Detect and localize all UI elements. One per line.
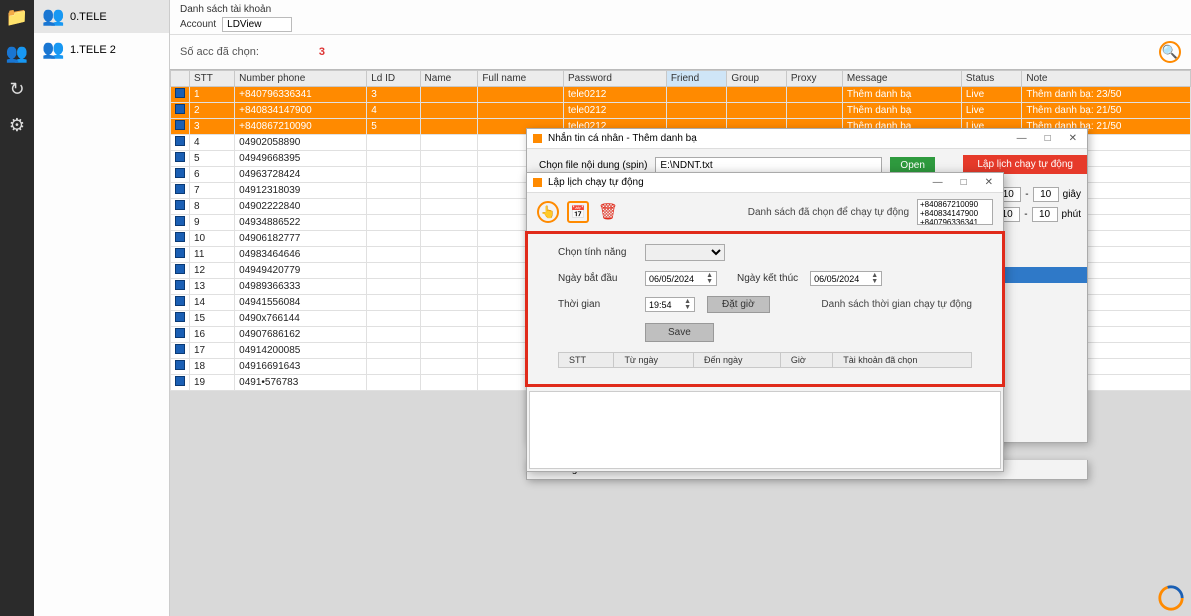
users-icon[interactable]: 👥 [6, 42, 28, 64]
end-date-label: Ngày kết thúc [737, 273, 798, 284]
row-checkbox[interactable] [171, 135, 190, 151]
row-checkbox[interactable] [171, 167, 190, 183]
row-checkbox[interactable] [171, 327, 190, 343]
unit-minutes: phút [1062, 209, 1081, 220]
feature-select[interactable] [645, 244, 725, 261]
row-checkbox[interactable] [171, 151, 190, 167]
sched-col-header: Tài khoản đã chọn [833, 353, 972, 368]
col-header[interactable]: Note [1022, 71, 1191, 87]
sidebar-item-label: 0.TELE [70, 11, 107, 23]
feature-label: Chọn tính năng [558, 247, 633, 258]
main: Danh sách tài khoản Account Số acc đã ch… [170, 0, 1191, 616]
scheduler-form: Chọn tính năng Ngày bắt đầu 06/05/2024▲▼… [525, 231, 1005, 387]
gear-icon[interactable]: ⚙ [6, 114, 28, 136]
sidebar: 👥 0.TELE 👥 1.TELE 2 [34, 0, 170, 616]
selected-list-label: Danh sách đã chọn để chạy tự động [748, 207, 909, 218]
dialog1-title: Nhắn tin cá nhân - Thêm danh bạ [548, 133, 697, 144]
account-label: Account [180, 19, 216, 30]
row-checkbox[interactable] [171, 103, 190, 119]
row-checkbox[interactable] [171, 87, 190, 103]
time-input[interactable]: 19:54▲▼ [645, 297, 695, 312]
sched-col-header: Giờ [780, 353, 832, 368]
close-icon[interactable]: ✕ [981, 177, 997, 188]
delay2b[interactable] [1032, 207, 1058, 222]
row-checkbox[interactable] [171, 199, 190, 215]
start-date-input[interactable]: 06/05/2024▲▼ [645, 271, 717, 286]
add-schedule-icon[interactable]: 👆 [537, 201, 559, 223]
maximize-icon[interactable]: □ [1041, 133, 1055, 144]
app-square-icon [533, 134, 542, 143]
start-date-label: Ngày bắt đầu [558, 273, 633, 284]
col-header[interactable]: Message [842, 71, 961, 87]
selection-label: Số acc đã chọn: [180, 46, 259, 58]
selection-count: 3 [319, 46, 325, 58]
search-icon[interactable]: 🔍 [1159, 41, 1181, 63]
row-checkbox[interactable] [171, 279, 190, 295]
refresh-icon[interactable]: ↻ [6, 78, 28, 100]
delay1b[interactable] [1033, 187, 1059, 202]
row-checkbox[interactable] [171, 343, 190, 359]
col-header[interactable]: Friend [666, 71, 727, 87]
row-checkbox[interactable] [171, 359, 190, 375]
app-square-icon [533, 178, 542, 187]
time-list-label: Danh sách thời gian chạy tự động [821, 299, 972, 310]
unit-seconds: giây [1063, 189, 1081, 200]
sidebar-item-tele0[interactable]: 👥 0.TELE [34, 0, 169, 33]
sidebar-item-tele1[interactable]: 👥 1.TELE 2 [34, 33, 169, 66]
col-header[interactable]: Proxy [786, 71, 842, 87]
sidebar-item-label: 1.TELE 2 [70, 44, 116, 56]
add-folder-icon[interactable]: 📁 [6, 6, 28, 28]
sched-col-header: Đến ngày [694, 353, 781, 368]
selection-row: Số acc đã chọn: 3 🔍 [170, 35, 1191, 69]
set-time-button[interactable]: Đặt giờ [707, 296, 770, 313]
row-checkbox[interactable] [171, 263, 190, 279]
sched-col-header: Từ ngày [614, 353, 694, 368]
col-header[interactable]: Group [727, 71, 787, 87]
row-checkbox[interactable] [171, 231, 190, 247]
dialog2-title: Lập lịch chạy tự động [548, 177, 644, 188]
end-date-input[interactable]: 06/05/2024▲▼ [810, 271, 882, 286]
title: Danh sách tài khoản [180, 4, 1181, 15]
maximize-icon[interactable]: □ [957, 177, 971, 188]
sched-col-header: STT [559, 353, 614, 368]
minimize-icon[interactable]: — [1013, 133, 1031, 144]
col-header[interactable]: Full name [478, 71, 564, 87]
close-icon[interactable]: ✕ [1065, 133, 1081, 144]
row-checkbox[interactable] [171, 183, 190, 199]
col-header[interactable]: Number phone [235, 71, 367, 87]
row-checkbox[interactable] [171, 119, 190, 135]
col-header[interactable]: Status [961, 71, 1022, 87]
col-header[interactable]: Ld ID [367, 71, 420, 87]
time-label: Thời gian [558, 299, 633, 310]
group-icon: 👥 [42, 39, 62, 60]
row-checkbox[interactable] [171, 375, 190, 391]
choose-file-label: Chọn file nội dung (spin) [539, 160, 647, 171]
trash-icon[interactable]: 🗑 [597, 201, 619, 223]
group-icon: 👥 [42, 6, 62, 27]
row-checkbox[interactable] [171, 247, 190, 263]
col-header[interactable]: Name [420, 71, 478, 87]
table-row[interactable]: 2+8408341479004tele0212Thêm danh bạLiveT… [171, 103, 1191, 119]
table-row[interactable]: 1+8407963363413tele0212Thêm danh bạLiveT… [171, 87, 1191, 103]
save-button[interactable]: Save [645, 323, 714, 342]
top-strip: Danh sách tài khoản Account [170, 0, 1191, 35]
selected-accounts-box: +840867210090+840834147900+840796336341 [917, 199, 993, 225]
col-header[interactable] [171, 71, 190, 87]
calendar-icon[interactable]: 📅 [567, 201, 589, 223]
dialog-scheduler: Lập lịch chạy tự động — □ ✕ 👆 📅 🗑 Danh s… [526, 172, 1004, 472]
schedule-table: STTTừ ngàyĐến ngàyGiờTài khoản đã chọn [558, 352, 972, 368]
col-header[interactable]: STT [190, 71, 235, 87]
schedule-empty-area [529, 391, 1001, 469]
left-rail: 📁 👥 ↻ ⚙ [0, 0, 34, 616]
account-field[interactable] [222, 17, 292, 32]
minimize-icon[interactable]: — [929, 177, 947, 188]
dialog1-titlebar[interactable]: Nhắn tin cá nhân - Thêm danh bạ — □ ✕ [527, 129, 1087, 149]
row-checkbox[interactable] [171, 215, 190, 231]
dialog2-titlebar[interactable]: Lập lịch chạy tự động — □ ✕ [527, 173, 1003, 193]
col-header[interactable]: Password [563, 71, 666, 87]
row-checkbox[interactable] [171, 311, 190, 327]
row-checkbox[interactable] [171, 295, 190, 311]
brand-logo-icon [1157, 584, 1185, 612]
